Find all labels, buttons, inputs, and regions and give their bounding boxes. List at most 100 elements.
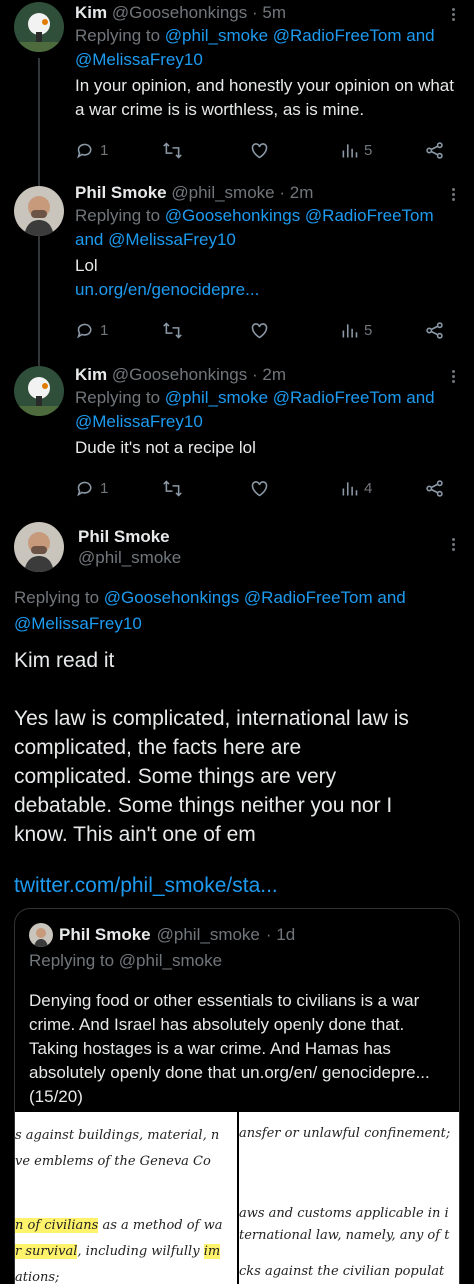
replying-to-label: Replying to	[75, 26, 161, 45]
replying-to-label: Replying to	[14, 588, 100, 607]
handle[interactable]: @phil_smoke	[78, 548, 181, 568]
reply-icon	[77, 143, 92, 158]
views-count: 4	[364, 479, 373, 497]
tweet[interactable]: Phil Smoke @phil_smoke · 2m Replying to …	[0, 180, 474, 360]
timestamp: · 1d	[265, 925, 296, 944]
like-button[interactable]	[249, 476, 270, 500]
retweet-icon	[163, 321, 182, 339]
reply-button[interactable]: 1	[75, 138, 108, 162]
retweet-icon	[163, 479, 182, 497]
tweet[interactable]: Kim @Goosehonkings · 5m Replying to @phi…	[0, 0, 474, 170]
image-text: aws and customs applicable in i	[239, 1206, 449, 1221]
retweet-icon	[163, 141, 182, 159]
like-icon	[251, 142, 268, 158]
tweet-header: Kim @Goosehonkings · 2m	[75, 364, 458, 386]
avatar[interactable]	[14, 2, 64, 52]
timestamp[interactable]: · 5m	[252, 3, 286, 22]
views-count: 5	[364, 141, 373, 159]
timestamp[interactable]: · 2m	[279, 183, 313, 202]
tweet-link[interactable]: un.org/en/genocidepre...	[75, 278, 458, 302]
image-text-mid: , including wilfully	[77, 1244, 204, 1259]
views-button[interactable]: 5	[339, 318, 372, 342]
quote-image-right[interactable]: ansfer or unlawful confinement; aws and …	[239, 1112, 459, 1284]
replying-to-label: Replying to	[75, 388, 161, 407]
display-name: Phil Smoke	[59, 925, 151, 944]
display-name[interactable]: Phil Smoke	[78, 527, 170, 547]
image-text: s against buildings, material, n	[15, 1128, 220, 1143]
quote-text: Denying food or other essentials to civi…	[29, 991, 430, 1106]
reply-count: 1	[100, 321, 109, 339]
more-icon[interactable]	[450, 368, 456, 386]
reply-count: 1	[100, 141, 109, 159]
retweet-button[interactable]	[162, 476, 183, 500]
more-icon[interactable]	[450, 186, 456, 204]
handle[interactable]: @Goosehonkings	[112, 3, 247, 22]
quote-header: Phil Smoke @phil_smoke · 1d	[29, 923, 295, 947]
avatar[interactable]	[14, 522, 64, 572]
like-icon	[251, 480, 268, 496]
tweet-text: Dude it's not a recipe lol	[75, 438, 256, 457]
timestamp[interactable]: · 2m	[252, 365, 286, 384]
image-text: ations;	[15, 1270, 60, 1284]
share-icon	[426, 479, 443, 497]
image-text: ve emblems of the Geneva Co	[15, 1154, 211, 1169]
share-button[interactable]	[424, 476, 445, 500]
share-button[interactable]	[424, 138, 445, 162]
tweet-actions: 1 5	[75, 138, 455, 162]
share-icon	[426, 141, 443, 159]
tweet-text: Lol	[75, 256, 98, 275]
reply-button[interactable]: 1	[75, 476, 108, 500]
display-name[interactable]: Kim	[75, 365, 107, 384]
replying-to: Replying to @Goosehonkings @RadioFreeTom…	[14, 585, 454, 637]
more-icon[interactable]	[450, 6, 456, 24]
image-text: cks against the civilian populat	[239, 1264, 445, 1279]
views-icon	[342, 323, 358, 337]
more-icon[interactable]	[450, 536, 456, 554]
handle: @phil_smoke	[156, 925, 260, 944]
tweet-actions: 1 4	[75, 476, 455, 500]
replying-to: Replying to @Goosehonkings @RadioFreeTom…	[75, 204, 458, 252]
handle[interactable]: @Goosehonkings	[112, 365, 247, 384]
avatar[interactable]	[14, 186, 64, 236]
image-text: r survival, including wilfully im	[15, 1244, 221, 1259]
tweet-link[interactable]: twitter.com/phil_smoke/sta...	[14, 874, 278, 898]
replying-to: Replying to @phil_smoke @RadioFreeTom an…	[75, 24, 458, 72]
quote-image-left[interactable]: s against buildings, material, n ve embl…	[15, 1112, 237, 1284]
avatar[interactable]	[14, 366, 64, 416]
like-button[interactable]	[249, 318, 270, 342]
tweet-text: Kim read it Yes law is complicated, inte…	[14, 646, 414, 849]
views-icon	[342, 143, 358, 157]
views-button[interactable]: 4	[339, 476, 372, 500]
tweet-actions: 1 5	[75, 318, 455, 342]
tweet-header: Phil Smoke @phil_smoke · 2m	[75, 182, 458, 204]
views-button[interactable]: 5	[339, 138, 372, 162]
replying-to: Replying to @phil_smoke @RadioFreeTom an…	[75, 386, 458, 434]
highlighted-text: n of civilians	[15, 1218, 99, 1233]
like-button[interactable]	[249, 138, 270, 162]
replying-to: Replying to @phil_smoke	[29, 951, 223, 970]
tweet-text-paragraph: Yes law is complicated, international la…	[14, 707, 409, 846]
highlighted-text: r survival	[15, 1244, 78, 1259]
views-icon	[342, 481, 358, 495]
views-count: 5	[364, 321, 373, 339]
tweet[interactable]: Kim @Goosehonkings · 2m Replying to @phi…	[0, 362, 474, 512]
display-name[interactable]: Kim	[75, 3, 107, 22]
reply-icon	[77, 323, 92, 338]
highlighted-text: im	[203, 1244, 221, 1259]
reply-icon	[77, 481, 92, 496]
image-text: ternational law, namely, any of t	[239, 1228, 450, 1243]
image-text-rest: as a method of wa	[98, 1218, 223, 1233]
reply-count: 1	[100, 479, 109, 497]
image-text: ansfer or unlawful confinement;	[239, 1126, 451, 1141]
replying-to-label: Replying to	[75, 206, 161, 225]
display-name[interactable]: Phil Smoke	[75, 183, 167, 202]
tweet-text: In your opinion, and honestly your opini…	[75, 76, 454, 119]
image-text: n of civilians as a method of wa	[15, 1218, 222, 1233]
retweet-button[interactable]	[162, 318, 183, 342]
retweet-button[interactable]	[162, 138, 183, 162]
tweet-text-line: Kim read it	[14, 649, 115, 672]
share-button[interactable]	[424, 318, 445, 342]
quoted-tweet[interactable]: Phil Smoke @phil_smoke · 1d Replying to …	[14, 908, 460, 1284]
reply-button[interactable]: 1	[75, 318, 108, 342]
handle[interactable]: @phil_smoke	[171, 183, 274, 202]
